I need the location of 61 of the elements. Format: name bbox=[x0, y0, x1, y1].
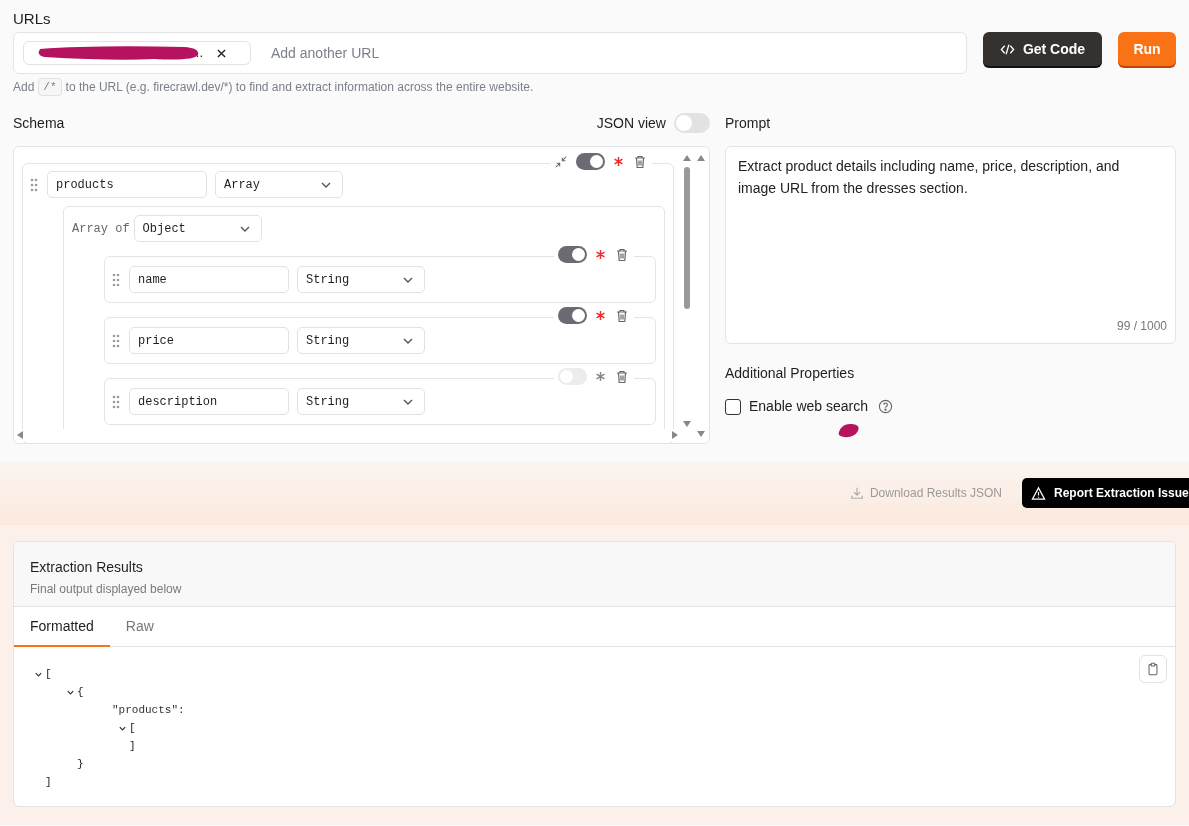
json-bracket: ] bbox=[129, 740, 136, 752]
type-select[interactable]: String bbox=[297, 266, 425, 293]
json-key: "products": bbox=[112, 704, 185, 716]
trash-icon[interactable] bbox=[632, 153, 648, 170]
name-field[interactable]: description bbox=[129, 388, 289, 415]
trash-icon[interactable] bbox=[614, 246, 630, 263]
toggle-switch[interactable] bbox=[576, 153, 605, 170]
type-select[interactable]: String bbox=[297, 388, 425, 415]
name-field[interactable]: price bbox=[129, 327, 289, 354]
json-bracket: [ bbox=[45, 667, 52, 682]
checkbox[interactable] bbox=[724, 398, 741, 415]
get-code-button[interactable]: Get Code bbox=[983, 32, 1102, 66]
hint-text: Add bbox=[13, 79, 35, 96]
character-count: 99 / 1000 bbox=[1116, 318, 1167, 335]
checkbox-label: Enable web search bbox=[748, 397, 869, 416]
card-title: Extraction Results bbox=[30, 558, 144, 577]
asterisk-icon bbox=[613, 156, 624, 167]
drag-handle-icon[interactable] bbox=[111, 271, 121, 288]
trash-icon[interactable] bbox=[614, 307, 630, 324]
url-text: .. bbox=[195, 44, 203, 63]
prompt-text: Extract product details including name, price, description, and image URL from the dresses section. bbox=[737, 157, 1121, 198]
toggle-switch[interactable] bbox=[558, 307, 587, 324]
json-bracket: { bbox=[77, 685, 84, 700]
toggle-switch[interactable] bbox=[558, 246, 587, 263]
collapse-icon[interactable] bbox=[554, 154, 568, 169]
prompt-field[interactable]: Extract product details including name, price, description, and image URL from the dresses section. 99 / 1000 bbox=[724, 146, 1176, 344]
asterisk-icon bbox=[595, 249, 606, 260]
section-label: URLs bbox=[13, 9, 52, 28]
array-of-label: Array of bbox=[72, 220, 130, 238]
url-field[interactable]: .. Add another URL bbox=[13, 32, 967, 74]
report-button[interactable]: Report Extraction Issue bbox=[1022, 478, 1189, 508]
name-field[interactable]: name bbox=[129, 266, 289, 293]
type-select[interactable]: Array bbox=[215, 171, 343, 198]
close-icon[interactable] bbox=[217, 48, 226, 58]
section-label: Prompt bbox=[724, 113, 772, 133]
url-chip[interactable]: .. bbox=[23, 41, 251, 65]
json-bracket: } bbox=[77, 758, 84, 770]
toggle-label: JSON view bbox=[596, 113, 666, 133]
download-icon bbox=[849, 486, 864, 500]
type-select[interactable]: String bbox=[297, 327, 425, 354]
code-snippet: /* bbox=[38, 77, 62, 97]
tab[interactable]: Formatted bbox=[14, 607, 110, 647]
drag-handle-icon[interactable] bbox=[29, 176, 39, 193]
type-select[interactable]: Object bbox=[133, 215, 262, 242]
toggle-switch[interactable] bbox=[673, 113, 710, 133]
json-bracket: [ bbox=[129, 721, 136, 736]
section-label: Schema bbox=[13, 113, 65, 133]
name-field[interactable]: products bbox=[47, 171, 207, 198]
json-bracket: ] bbox=[45, 776, 52, 788]
hint-text: to the URL (e.g. firecrawl.dev/*) to find and extract information across the entire website. bbox=[65, 79, 534, 96]
section-label: Additional Properties bbox=[724, 364, 856, 383]
card-subtitle: Final output displayed below bbox=[30, 581, 183, 598]
warning-icon bbox=[1031, 485, 1046, 501]
tab[interactable]: Raw bbox=[109, 607, 170, 647]
clipboard-icon[interactable] bbox=[1139, 655, 1167, 683]
help-icon[interactable] bbox=[878, 399, 894, 414]
asterisk-icon bbox=[595, 310, 606, 321]
trash-icon[interactable] bbox=[614, 368, 630, 385]
drag-handle-icon[interactable] bbox=[111, 393, 121, 410]
drag-handle-icon[interactable] bbox=[111, 332, 121, 349]
asterisk-icon bbox=[595, 371, 606, 382]
